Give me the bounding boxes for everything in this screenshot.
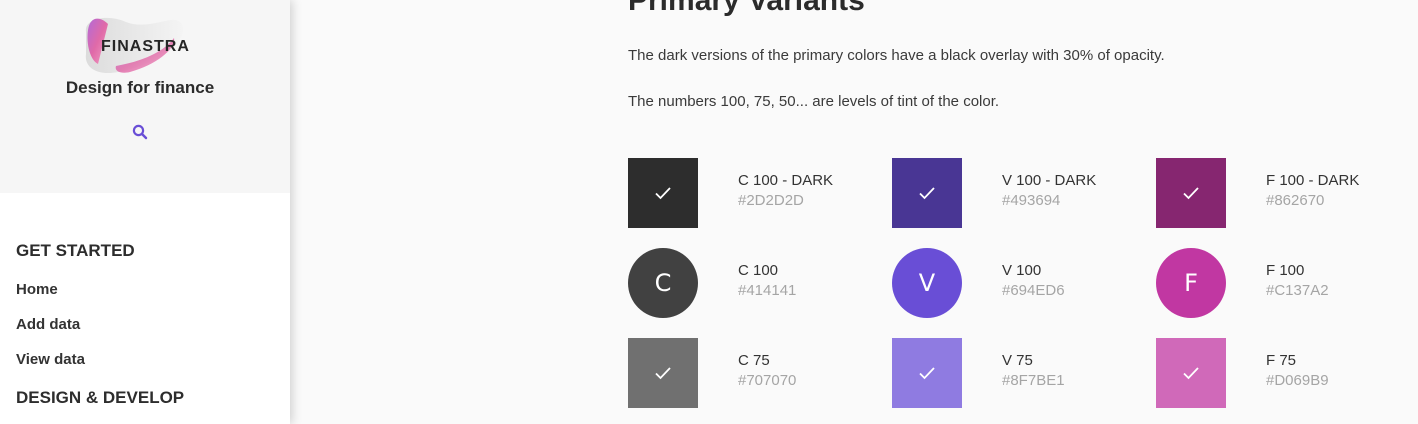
sidebar-item-add-data[interactable]: Add data: [16, 316, 290, 351]
checkmark-icon: [919, 367, 935, 380]
swatch-info: F 100 - DARK #862670: [1266, 171, 1359, 211]
swatch-name: F 75: [1266, 352, 1297, 369]
sidebar-nav: GET STARTED Home Add data View data DESI…: [0, 193, 290, 408]
swatch-name: C 100 - DARK: [738, 172, 834, 189]
sidebar-item-view-data[interactable]: View data: [16, 351, 290, 386]
search-icon[interactable]: [131, 123, 149, 141]
site-tagline: Design for finance: [65, 78, 215, 97]
nav-section-design-develop: DESIGN & DEVELOP: [16, 388, 185, 407]
swatch-info: C 75 #707070: [738, 351, 796, 391]
checkmark-icon: [655, 187, 671, 200]
swatch-hex-code[interactable]: #862670: [1266, 191, 1359, 211]
swatch-letter: V: [918, 269, 936, 297]
brand-header: FINASTRA Design for finance: [0, 0, 290, 193]
swatch-hex-code[interactable]: #8F7BE1: [1002, 371, 1065, 391]
main-content: Primary Variants The dark versions of th…: [628, 0, 1408, 424]
color-swatch[interactable]: [1156, 338, 1226, 408]
swatch-info: F 75 #D069B9: [1266, 351, 1329, 391]
color-swatch[interactable]: C: [628, 248, 698, 318]
swatch-hex-code[interactable]: #2D2D2D: [738, 191, 833, 211]
swatch-letter: C: [654, 269, 672, 297]
swatch-hex-code[interactable]: #707070: [738, 371, 796, 391]
swatch-hex-code[interactable]: #414141: [738, 281, 796, 301]
color-swatch[interactable]: [1156, 158, 1226, 228]
swatch-name: V 75: [1002, 352, 1033, 369]
sidebar: FINASTRA Design for finance GET STARTED …: [0, 0, 290, 424]
color-swatch[interactable]: V: [892, 248, 962, 318]
swatch-name: V 100 - DARK: [1002, 172, 1097, 189]
color-swatch[interactable]: [628, 338, 698, 408]
sidebar-item-home[interactable]: Home: [16, 281, 290, 316]
swatch-info: V 100 - DARK #493694: [1002, 171, 1096, 211]
color-swatch[interactable]: [628, 158, 698, 228]
swatch-info: C 100 - DARK #2D2D2D: [738, 171, 833, 211]
swatch-info: V 100 #694ED6: [1002, 261, 1065, 301]
logo-wordmark: FINASTRA: [101, 38, 190, 55]
swatch-name: F 100: [1266, 262, 1305, 279]
section-heading: Primary Variants: [628, 0, 865, 17]
swatch-hex-code[interactable]: #C137A2: [1266, 281, 1329, 301]
checkmark-icon: [655, 367, 671, 380]
checkmark-icon: [1183, 367, 1199, 380]
swatch-name: F 100 - DARK: [1266, 172, 1360, 189]
color-swatch[interactable]: [892, 338, 962, 408]
swatch-name: C 100: [738, 262, 779, 279]
swatch-letter: F: [1184, 269, 1198, 297]
swatch-hex-code[interactable]: #493694: [1002, 191, 1096, 211]
color-swatch[interactable]: F: [1156, 248, 1226, 318]
checkmark-icon: [919, 187, 935, 200]
checkmark-icon: [1183, 187, 1199, 200]
color-swatch[interactable]: [892, 158, 962, 228]
swatch-info: V 75 #8F7BE1: [1002, 351, 1065, 391]
swatch-info: C 100 #414141: [738, 261, 796, 301]
swatch-hex-code[interactable]: #694ED6: [1002, 281, 1065, 301]
nav-section-get-started: GET STARTED: [16, 241, 135, 260]
swatch-name: C 75: [738, 352, 770, 369]
swatch-info: F 100 #C137A2: [1266, 261, 1329, 301]
swatch-name: V 100: [1002, 262, 1042, 279]
swatch-hex-code[interactable]: #D069B9: [1266, 371, 1329, 391]
tint-levels-paragraph: The numbers 100, 75, 50... are levels of…: [628, 93, 1000, 110]
description-paragraph: The dark versions of the primary colors …: [628, 47, 1165, 64]
